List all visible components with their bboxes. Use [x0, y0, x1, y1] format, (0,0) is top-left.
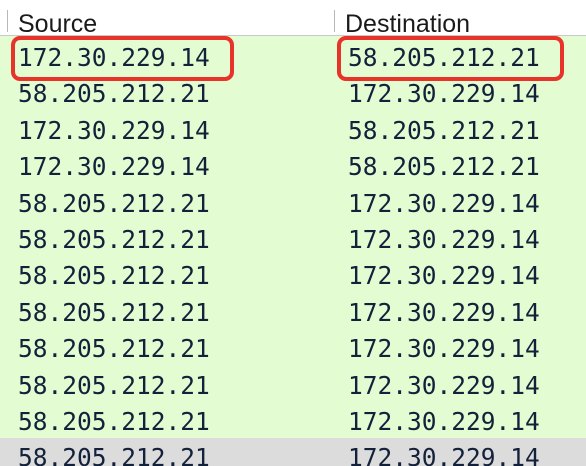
source-cell: 58.205.212.21: [18, 443, 210, 466]
source-column-header[interactable]: Source: [18, 0, 97, 38]
destination-cell: 172.30.229.14: [348, 406, 540, 436]
packet-row-selected[interactable]: 58.205.212.21 172.30.229.14: [0, 438, 586, 466]
packet-row[interactable]: 58.205.212.21 172.30.229.14: [0, 74, 586, 111]
source-cell: 58.205.212.21: [18, 261, 210, 291]
packet-row[interactable]: 172.30.229.14 58.205.212.21: [0, 147, 586, 184]
column-separator[interactable]: [7, 10, 8, 32]
packet-row[interactable]: 172.30.229.14 58.205.212.21: [0, 38, 586, 75]
destination-cell: 58.205.212.21: [348, 152, 540, 182]
source-cell: 58.205.212.21: [18, 188, 210, 218]
packet-list-pane: Source Destination 172.30.229.14 58.205.…: [0, 0, 586, 466]
source-cell: 58.205.212.21: [18, 334, 210, 364]
source-cell: 172.30.229.14: [18, 152, 210, 182]
destination-cell: 172.30.229.14: [348, 224, 540, 254]
packet-row[interactable]: 172.30.229.14 58.205.212.21: [0, 110, 586, 148]
destination-cell: 172.30.229.14: [348, 79, 540, 109]
source-cell: 58.205.212.21: [18, 370, 210, 400]
destination-cell: 172.30.229.14: [348, 443, 540, 466]
destination-cell: 172.30.229.14: [348, 261, 540, 291]
destination-cell: 172.30.229.14: [348, 334, 540, 364]
destination-cell: 172.30.229.14: [348, 370, 540, 400]
column-separator[interactable]: [334, 10, 335, 32]
packet-rows: 172.30.229.14 58.205.212.21 58.205.212.2…: [0, 38, 586, 466]
packet-row[interactable]: 58.205.212.21 172.30.229.14: [0, 219, 586, 257]
source-cell: 58.205.212.21: [18, 224, 210, 254]
packet-row[interactable]: 58.205.212.21 172.30.229.14: [0, 365, 586, 402]
destination-cell: 172.30.229.14: [348, 297, 540, 327]
destination-cell: 58.205.212.21: [348, 115, 540, 145]
packet-row[interactable]: 58.205.212.21 172.30.229.14: [0, 183, 586, 220]
packet-row[interactable]: 58.205.212.21 172.30.229.14: [0, 256, 586, 293]
source-cell: 172.30.229.14: [18, 43, 210, 72]
source-cell: 58.205.212.21: [18, 406, 210, 436]
column-header-bar: Source Destination: [0, 0, 586, 38]
packet-row[interactable]: 58.205.212.21 172.30.229.14: [0, 292, 586, 330]
packet-row[interactable]: 58.205.212.21 172.30.229.14: [0, 329, 586, 366]
destination-column-header[interactable]: Destination: [345, 0, 470, 38]
source-cell: 58.205.212.21: [18, 79, 210, 109]
source-cell: 172.30.229.14: [18, 115, 210, 145]
source-cell: 58.205.212.21: [18, 297, 210, 327]
destination-cell: 172.30.229.14: [348, 188, 540, 218]
packet-row[interactable]: 58.205.212.21 172.30.229.14: [0, 401, 586, 439]
destination-cell: 58.205.212.21: [348, 43, 540, 72]
